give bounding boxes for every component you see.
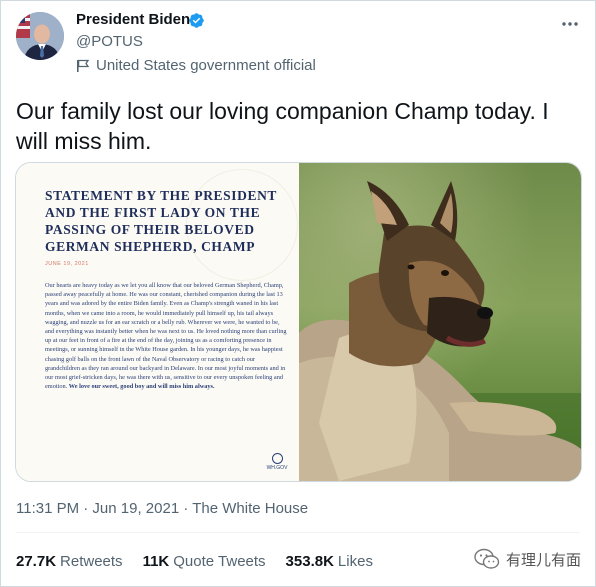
likes-stat[interactable]: 353.8K Likes	[286, 553, 373, 570]
quote-tweets-count: 11K	[142, 553, 170, 570]
divider	[16, 532, 580, 533]
watermark: 有理儿有面	[474, 548, 581, 570]
statement-image: Statement by the President and the First…	[16, 163, 299, 481]
verified-badge-icon	[189, 13, 204, 28]
wechat-icon	[474, 548, 500, 569]
flag-icon	[77, 59, 90, 72]
tweet-media[interactable]: Statement by the President and the First…	[15, 162, 582, 482]
statement-date: JUNE 19, 2021	[45, 261, 89, 267]
author-name[interactable]: President Biden	[76, 11, 190, 28]
retweets-stat[interactable]: 27.7K Retweets	[16, 553, 123, 570]
quote-tweets-label: Quote Tweets	[173, 553, 266, 570]
government-label-text: United States government official	[96, 57, 316, 74]
statement-closing: We love our sweet, good boy and will mis…	[68, 383, 215, 391]
quote-tweets-stat[interactable]: 11K Quote Tweets	[143, 553, 266, 570]
retweets-count: 27.7K	[16, 553, 57, 570]
statement-title: Statement by the President and the First…	[45, 188, 277, 254]
more-icon[interactable]	[560, 14, 580, 34]
statement-body: Our hearts are heavy today as we let you…	[45, 281, 287, 391]
tweet-text: Our family lost our loving companion Cha…	[16, 98, 549, 154]
government-label[interactable]: United States government official	[76, 57, 316, 74]
tweet-timestamp[interactable]: 11:31 PM · Jun 19, 2021 · The White Hous…	[16, 500, 308, 517]
white-house-logo: WH.GOV	[265, 453, 289, 471]
tweet-stats: 27.7K Retweets 11K Quote Tweets 353.8K Like…	[16, 553, 393, 570]
retweets-label: Retweets	[60, 553, 123, 570]
dog-photo	[299, 163, 581, 481]
avatar[interactable]	[16, 12, 64, 60]
author-handle[interactable]: @POTUS	[76, 33, 143, 50]
white-house-logo-text: WH.GOV	[266, 465, 288, 471]
white-house-seal-icon	[271, 453, 283, 464]
watermark-text: 有理儿有面	[506, 551, 582, 569]
statement-body-text: Our hearts are heavy today as we let you…	[45, 282, 287, 391]
likes-count: 353.8K	[285, 553, 334, 570]
likes-label: Likes	[337, 553, 373, 570]
